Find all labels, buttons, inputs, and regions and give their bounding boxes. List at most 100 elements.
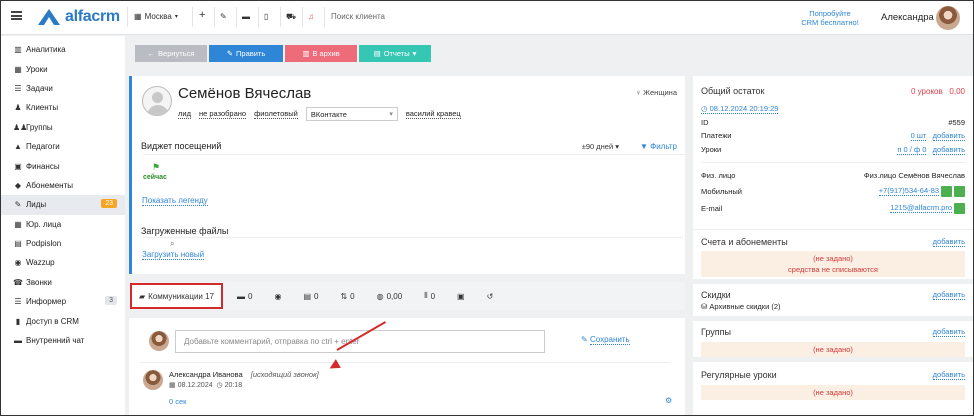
archive-button[interactable]: ▥ В архив	[285, 45, 357, 62]
sidebar-item[interactable]: ▦ Уроки	[1, 59, 125, 78]
tab-documents-count: 0	[314, 291, 319, 301]
avatar[interactable]	[936, 6, 960, 30]
plus-icon[interactable]: +	[199, 9, 205, 21]
tab-history[interactable]: ↺	[487, 292, 494, 301]
sidebar-item[interactable]: ☰ Задачи	[1, 79, 125, 98]
sidebar-item[interactable]: ♟♟ Группы	[1, 118, 125, 137]
sidebar-item[interactable]: ☰ Информер 3	[1, 292, 125, 311]
sidebar-item-label: Доступ в CRM	[26, 316, 79, 326]
phone-icon[interactable]: ▯	[264, 12, 268, 21]
filter-link[interactable]: ▼ Фильтр	[640, 142, 677, 151]
cart-icon[interactable]: ⛟	[286, 12, 296, 22]
sidebar-item[interactable]: ▥ Аналитика	[1, 40, 125, 59]
history-icon: ↺	[486, 291, 494, 301]
flag-icon: ⚑	[152, 162, 161, 172]
add-payment-link[interactable]: добавить	[932, 131, 965, 142]
sidebar-item[interactable]: ◉ Wazzup	[1, 253, 125, 272]
tab-messages[interactable]: ▬ 0	[237, 292, 252, 301]
menu-icon[interactable]	[11, 11, 22, 20]
sidebar-item[interactable]: ☎ Звонки	[1, 273, 125, 292]
tab-lessons[interactable]: ⫴ 0	[424, 291, 435, 301]
mobile-value[interactable]: +7(917)534-64-83	[878, 185, 939, 196]
list-icon: ☰	[14, 297, 22, 307]
gear-icon[interactable]: ⚙	[665, 396, 672, 405]
add-group-link[interactable]: добавить	[932, 327, 965, 337]
phone-icon[interactable]	[954, 185, 965, 197]
wrench-icon[interactable]: ✎	[220, 12, 227, 21]
tabs-bar: ▰ Коммуникации 17 ▬ 0 ◉ ▤ 0 ⇅ 0 ◍ 0,00 ⫴ 0 ▣ ↺	[129, 282, 685, 310]
building-icon: ▦	[134, 12, 142, 21]
manager-link[interactable]: василий кравец	[405, 109, 461, 119]
lead-name: Семёнов Вячеслав	[178, 85, 312, 102]
tab-operations-count: 0	[350, 291, 355, 301]
message-icon: ▬	[14, 336, 22, 346]
card-icon[interactable]: ▬	[242, 12, 250, 21]
add-account-link[interactable]: добавить	[932, 237, 965, 247]
upload-link[interactable]: Загрузить новый	[142, 250, 205, 260]
mail-icon[interactable]	[954, 202, 965, 214]
back-label: Вернуться	[158, 49, 195, 58]
email-value[interactable]: 1215@alfacrm.pro	[890, 202, 952, 213]
add-lesson-link[interactable]: добавить	[932, 144, 965, 155]
visits-title: Виджет посещений	[141, 141, 222, 151]
search-input[interactable]: Поиск клиента	[331, 12, 385, 21]
tag-status[interactable]: не разобрано	[198, 109, 247, 119]
sidebar-item[interactable]: ✎ Лиды 23	[1, 195, 125, 215]
comment-input[interactable]: Добавьте комментарий, отправка по ctrl +…	[175, 330, 545, 353]
sidebar: ▥ Аналитика ▦ Уроки ☰ Задачи ♟ Клиенты ♟♟ Группы ▲…	[1, 36, 125, 415]
accounts-empty: (не задано) средства не списываются	[701, 250, 965, 277]
groups-block: Группы добавить (не задано)	[693, 321, 973, 357]
sidebar-item[interactable]: ♟ Клиенты	[1, 98, 125, 117]
sidebar-item[interactable]: ▬ Внутренний чат	[1, 331, 125, 350]
tab-communications[interactable]: ▰ Коммуникации 17	[130, 283, 224, 309]
archive-label: В архив	[312, 49, 340, 58]
sidebar-item-label: Звонки	[26, 277, 52, 287]
archive-discounts[interactable]: ⛁ Архивные скидки (2)	[701, 302, 965, 311]
message-icon[interactable]	[941, 185, 952, 197]
sidebar-item[interactable]: ▲ Педагоги	[1, 137, 125, 156]
try-free-link[interactable]: Попробуйте CRM бесплатно!	[791, 9, 869, 27]
tag-lead[interactable]: лид	[178, 109, 191, 119]
user-icon: ♟	[14, 103, 22, 113]
reports-button[interactable]: ▤ Отчеты ▾	[359, 45, 431, 62]
mobile-label: Мобильный	[701, 186, 742, 196]
payments-value[interactable]: 0 шт	[910, 131, 927, 142]
sidebar-item[interactable]: ◆ Абонементы	[1, 176, 125, 195]
sidebar-item[interactable]: ▮ Доступ в CRM	[1, 311, 125, 330]
tab-media[interactable]: ▣	[457, 292, 465, 301]
list-icon: ☰	[14, 83, 22, 93]
add-discount-link[interactable]: добавить	[932, 290, 965, 300]
city-selector[interactable]: ▦ Москва ▾	[134, 12, 178, 21]
add-regular-link[interactable]: добавить	[932, 370, 965, 380]
save-comment-button[interactable]: ✎ Сохранить	[581, 335, 630, 345]
tab-operations[interactable]: ⇅ 0	[340, 292, 354, 301]
tab-whatsapp[interactable]: ◉	[274, 292, 281, 301]
tab-payments[interactable]: ◍ 0,00	[377, 292, 403, 301]
sidebar-item[interactable]: ▤ Podpislon	[1, 234, 125, 253]
sidebar-item[interactable]: ▦ Юр. лица	[1, 215, 125, 234]
regular-lessons-block: Регулярные уроки добавить (не задано)	[693, 362, 973, 415]
call-duration[interactable]: 0 сек	[169, 397, 186, 406]
days-selector[interactable]: ±90 дней ▾	[582, 142, 619, 151]
tab-documents[interactable]: ▤ 0	[303, 292, 318, 301]
bell-icon[interactable]: ♫	[308, 12, 314, 21]
sidebar-item[interactable]: ▣ Финансы	[1, 156, 125, 175]
discounts-block: Скидки добавить ⛁ Архивные скидки (2)	[693, 284, 973, 316]
back-button[interactable]: ← Вернуться	[135, 45, 207, 62]
tab-communications-label: Коммуникации 17	[148, 291, 215, 301]
comment-time: 20:18	[224, 382, 243, 389]
show-legend-link[interactable]: Показать легенду	[142, 196, 208, 206]
regular-not-set: (не задано)	[701, 384, 965, 400]
chevron-down-icon: ▾	[412, 49, 417, 58]
user-name[interactable]: Александра	[881, 12, 934, 23]
comment-meta: ▦ 08.12.2024 ◷ 20:18	[169, 381, 242, 389]
groups-not-set: (не задано)	[701, 341, 965, 357]
app-window: alfacrm ▦ Москва ▾ + ✎ ▬ ▯ ⛟ ♫ Поиск кли…	[0, 0, 974, 416]
edit-button[interactable]: ✎ Править	[209, 45, 283, 62]
source-select[interactable]: ВКонтакте	[305, 107, 398, 121]
lessons-value[interactable]: п 0 / ф 0	[897, 144, 927, 155]
tag-color[interactable]: фиолетовый	[254, 109, 298, 119]
building-icon: ▦	[14, 219, 22, 229]
balance-date-link[interactable]: ◷ 08.12.2024 20:19:29	[701, 104, 779, 114]
logo[interactable]: alfacrm	[37, 8, 120, 26]
